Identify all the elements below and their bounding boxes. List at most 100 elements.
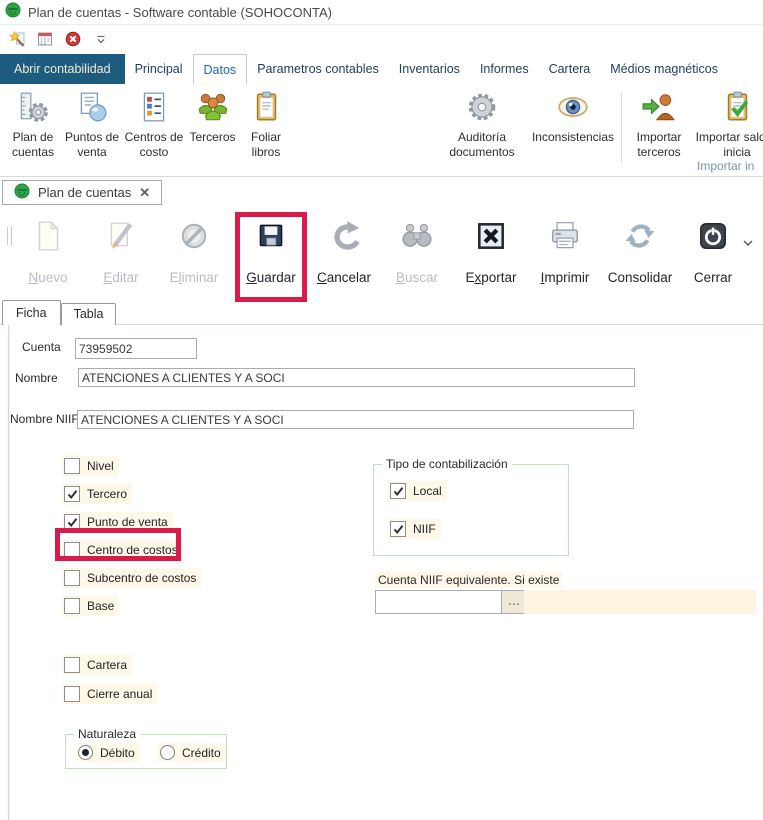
ribbon-button-label: Puntos de venta xyxy=(62,130,122,159)
ribbon-tab-datos[interactable]: Datos xyxy=(193,54,248,85)
ribbon-tab-principal[interactable]: Principal xyxy=(125,54,193,84)
radio-debito[interactable]: Débito xyxy=(76,743,140,762)
ribbon-tab-medios-magneticos[interactable]: Médios magnéticos xyxy=(600,54,728,84)
editar-button: Editar xyxy=(88,213,154,285)
checkbox-tercero[interactable]: Tercero xyxy=(62,484,132,504)
cerrar-icon xyxy=(680,213,746,259)
qat-options-button[interactable] xyxy=(93,31,109,47)
checkbox-box xyxy=(64,570,80,586)
inconsistencias-icon xyxy=(527,88,619,130)
cuenta-niif-equiv-display xyxy=(524,590,756,614)
form-area: Tipo de contabilización Local NIIF Cuenta… xyxy=(0,324,763,820)
importar-terceros-icon xyxy=(626,88,692,130)
checkbox-box xyxy=(64,686,80,702)
checkbox-centro-de-costos[interactable]: Centro de costos xyxy=(62,540,183,560)
ribbon-button-label: Auditoría documentos xyxy=(437,130,527,159)
ribbon-button-puntos-de-venta[interactable]: Puntos de venta xyxy=(62,88,122,159)
nombre-input[interactable] xyxy=(78,368,635,387)
checkbox-label: Tercero xyxy=(87,487,127,501)
close-red-button[interactable] xyxy=(65,31,81,47)
ribbon-button-importar-terceros[interactable]: Importar terceros xyxy=(626,88,692,159)
ribbon-button-terceros[interactable]: Terceros xyxy=(186,88,239,145)
ribbon-button-label: Inconsistencias xyxy=(527,130,619,145)
toolbar-button-label: Exportar xyxy=(458,270,524,285)
cerrar-button[interactable]: Cerrar xyxy=(680,213,746,285)
cuenta-niif-equivalente-input[interactable] xyxy=(375,590,502,614)
ribbon-button-centros-de-costo[interactable]: Centros de costo xyxy=(122,88,186,159)
buscar-icon xyxy=(384,213,450,259)
toolbar-grip[interactable] xyxy=(7,227,12,245)
checkbox-subcentro-de-costos[interactable]: Subcentro de costos xyxy=(62,568,201,588)
toolbar-button-label: Imprimir xyxy=(532,270,598,285)
checkbox-base[interactable]: Base xyxy=(62,596,119,616)
form-tab-tabla[interactable]: Tabla xyxy=(61,303,117,325)
checkbox-label: Cartera xyxy=(87,658,127,672)
form-left-border xyxy=(8,325,10,820)
ribbon-body: Importar in Plan de cuentasPuntos de ven… xyxy=(0,84,763,177)
checkbox-box xyxy=(64,458,80,474)
radio-label: Débito xyxy=(100,746,135,760)
quick-access-toolbar xyxy=(0,25,109,53)
cancelar-button[interactable]: Cancelar xyxy=(311,213,377,285)
ribbon-tab-informes[interactable]: Informes xyxy=(470,54,539,84)
importar-saldos-icon xyxy=(692,88,763,130)
imprimir-icon xyxy=(532,213,598,259)
guardar-button[interactable]: Guardar xyxy=(238,213,304,285)
checkbox-label: Base xyxy=(87,599,114,613)
checkbox-nivel[interactable]: Nivel xyxy=(62,456,119,476)
exportar-icon xyxy=(458,213,524,259)
nombre-niif-input[interactable] xyxy=(77,410,634,429)
puntos-venta-icon xyxy=(62,88,122,130)
checkbox-label: Punto de venta xyxy=(87,515,168,529)
imprimir-button[interactable]: Imprimir xyxy=(532,213,598,285)
ribbon-button-auditoria-documentos[interactable]: Auditoría documentos xyxy=(437,88,527,159)
qat-options-icon xyxy=(93,31,109,47)
radio-label: Crédito xyxy=(182,746,221,760)
checkbox-box xyxy=(64,542,80,558)
ribbon-tabs: PrincipalDatosParametros contablesInvent… xyxy=(125,54,728,84)
radio-circle xyxy=(160,745,175,760)
checkbox-cartera[interactable]: Cartera xyxy=(62,655,132,675)
ribbon-group-separator xyxy=(621,92,622,162)
document-tab-plan-de-cuentas[interactable]: Plan de cuentas✕ xyxy=(2,180,162,205)
toolbar-button-label: Editar xyxy=(88,270,154,285)
eliminar-icon xyxy=(161,213,227,259)
ribbon-button-foliar-libros[interactable]: Foliar libros xyxy=(239,88,293,159)
cuenta-input[interactable] xyxy=(75,338,197,359)
wand-icon xyxy=(9,31,25,47)
calendar-button[interactable] xyxy=(37,31,53,47)
ribbon-button-label: Importar saldos inicia xyxy=(692,130,763,159)
checkbox-cierre-anual[interactable]: Cierre anual xyxy=(62,684,157,704)
terceros-icon xyxy=(186,88,239,130)
ribbon-tab-parametros-contables[interactable]: Parametros contables xyxy=(247,54,389,84)
buscar-button: Buscar xyxy=(384,213,450,285)
toolbar-button-label: Cerrar xyxy=(680,270,746,285)
toolbar-button-label: Consolidar xyxy=(607,270,673,285)
radio-credito[interactable]: Crédito xyxy=(158,743,226,762)
ribbon-tab-bar: Abrir contabilidad PrincipalDatosParamet… xyxy=(0,54,763,85)
ribbon-button-importar-saldos-inicia[interactable]: Importar saldos inicia xyxy=(692,88,763,159)
nuevo-button: Nuevo xyxy=(15,213,81,285)
wand-button[interactable] xyxy=(9,31,25,47)
ribbon-button-label: Centros de costo xyxy=(122,130,186,159)
checkbox-punto-de-venta[interactable]: Punto de venta xyxy=(62,512,173,532)
backstage-button[interactable]: Abrir contabilidad xyxy=(0,54,125,84)
checkbox-local[interactable]: Local xyxy=(388,481,447,501)
ribbon-button-inconsistencias[interactable]: Inconsistencias xyxy=(527,88,619,145)
title-bar: Plan de cuentas - Software contable (SOH… xyxy=(0,0,763,25)
checkbox-niif[interactable]: NIIF xyxy=(388,519,441,539)
ribbon-tab-cartera[interactable]: Cartera xyxy=(539,54,601,84)
consolidar-button[interactable]: Consolidar xyxy=(607,213,673,285)
ribbon-tab-inventarios[interactable]: Inventarios xyxy=(389,54,470,84)
exportar-button[interactable]: Exportar xyxy=(458,213,524,285)
tipo-contabilizacion-title: Tipo de contabilización xyxy=(382,457,512,471)
form-tab-ficha[interactable]: Ficha xyxy=(2,300,61,325)
foliar-libros-icon xyxy=(239,88,293,130)
editar-icon xyxy=(88,213,154,259)
cuenta-label: Cuenta xyxy=(22,340,61,354)
app-icon xyxy=(5,2,21,23)
close-tab-icon[interactable]: ✕ xyxy=(139,186,150,199)
ribbon-button-plan-de-cuentas[interactable]: Plan de cuentas xyxy=(4,88,62,159)
checkbox-box xyxy=(64,514,80,530)
document-tab-bar: Plan de cuentas✕ xyxy=(0,176,763,206)
